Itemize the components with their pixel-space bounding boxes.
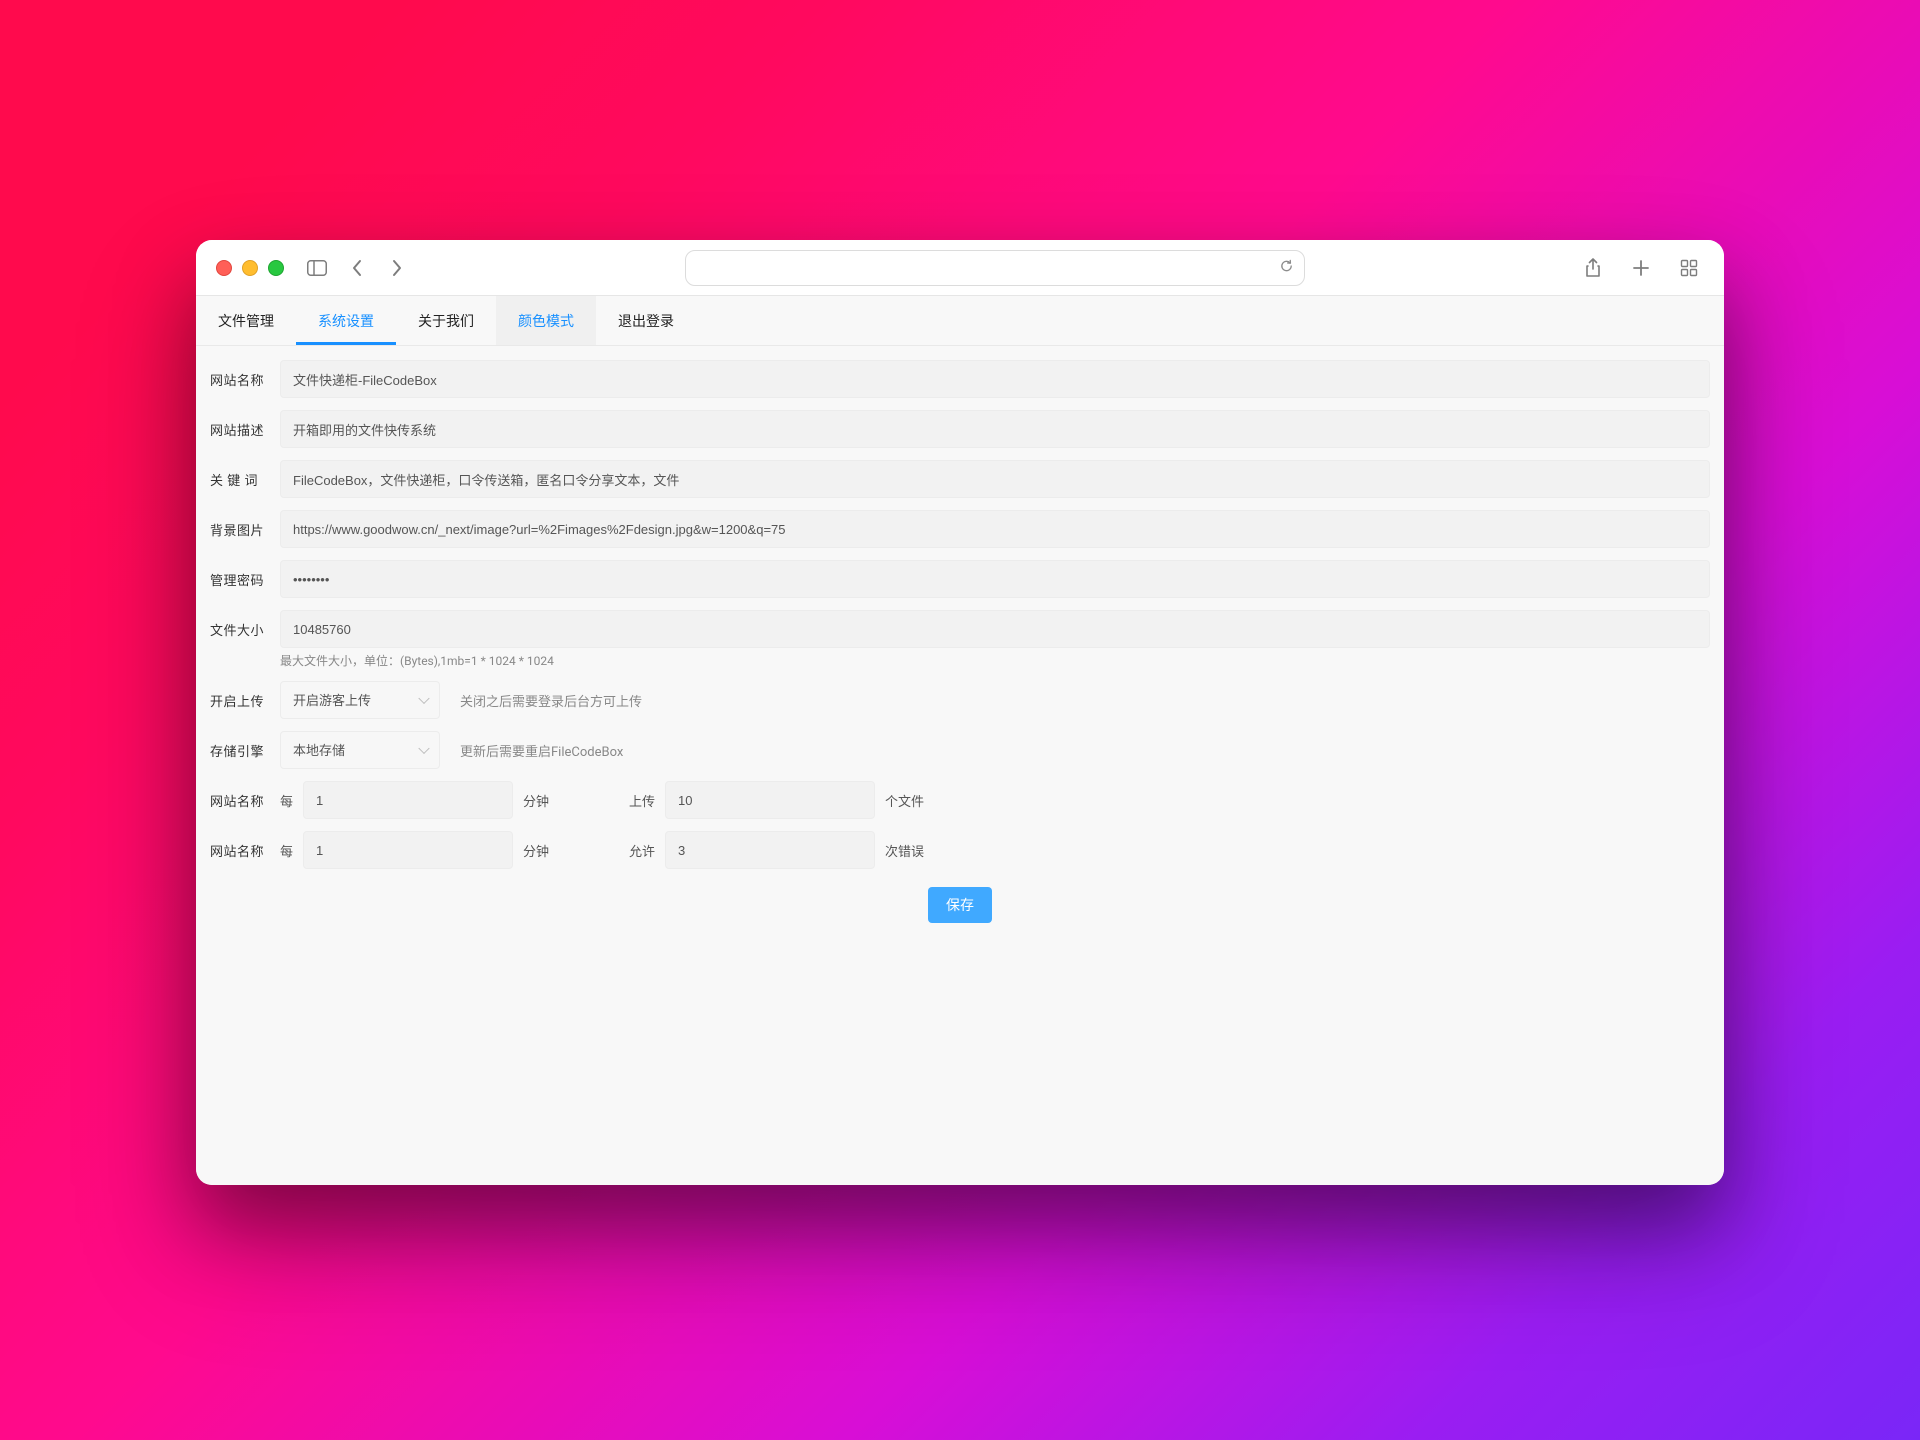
- text-minute-1: 分钟: [523, 791, 549, 810]
- minimize-window-button[interactable]: [242, 260, 258, 276]
- text-every-1: 每: [280, 791, 293, 810]
- help-file-size: 最大文件大小，单位：(Bytes),1mb=1 * 1024 * 1024: [280, 652, 1710, 669]
- select-enable-upload[interactable]: 开启游客上传: [280, 681, 440, 719]
- label-enable-upload: 开启上传: [210, 691, 268, 710]
- tab-system-settings[interactable]: 系统设置: [296, 296, 396, 345]
- input-rate-error-count[interactable]: [665, 831, 875, 869]
- label-keywords: 关 键 词: [210, 470, 268, 489]
- sidebar-toggle-icon[interactable]: [302, 253, 332, 283]
- text-errors-unit: 次错误: [885, 841, 924, 860]
- tab-file-management[interactable]: 文件管理: [196, 296, 296, 345]
- page-content: 文件管理 系统设置 关于我们 颜色模式 退出登录 网站名称 网站描述 关 键 词: [196, 296, 1724, 1185]
- text-allow: 允许: [629, 841, 655, 860]
- hint-storage-engine: 更新后需要重启FileCodeBox: [460, 741, 623, 760]
- label-rate-error: 网站名称: [210, 841, 268, 860]
- input-site-name[interactable]: [280, 360, 1710, 398]
- nav-forward-button[interactable]: [382, 253, 412, 283]
- hint-enable-upload: 关闭之后需要登录后台方可上传: [460, 691, 642, 710]
- tab-overview-icon[interactable]: [1674, 253, 1704, 283]
- settings-form: 网站名称 网站描述 关 键 词 背景图片 管理密码: [196, 346, 1724, 947]
- tab-logout[interactable]: 退出登录: [596, 296, 696, 345]
- tab-about-us[interactable]: 关于我们: [396, 296, 496, 345]
- nav-back-button[interactable]: [342, 253, 372, 283]
- new-tab-icon[interactable]: [1626, 253, 1656, 283]
- input-site-desc[interactable]: [280, 410, 1710, 448]
- text-every-2: 每: [280, 841, 293, 860]
- text-files-unit: 个文件: [885, 791, 924, 810]
- input-admin-password[interactable]: [280, 560, 1710, 598]
- select-storage-engine[interactable]: 本地存储: [280, 731, 440, 769]
- input-bg-image[interactable]: [280, 510, 1710, 548]
- input-rate-upload-interval[interactable]: [303, 781, 513, 819]
- label-bg-image: 背景图片: [210, 520, 268, 539]
- nav-tabs: 文件管理 系统设置 关于我们 颜色模式 退出登录: [196, 296, 1724, 346]
- label-admin-password: 管理密码: [210, 570, 268, 589]
- reload-icon[interactable]: [1279, 258, 1294, 277]
- input-keywords[interactable]: [280, 460, 1710, 498]
- close-window-button[interactable]: [216, 260, 232, 276]
- label-file-size: 文件大小: [210, 620, 268, 639]
- input-file-size[interactable]: [280, 610, 1710, 648]
- save-button[interactable]: 保存: [928, 887, 992, 923]
- label-rate-upload: 网站名称: [210, 791, 268, 810]
- share-icon[interactable]: [1578, 253, 1608, 283]
- input-rate-upload-count[interactable]: [665, 781, 875, 819]
- browser-titlebar: [196, 240, 1724, 296]
- browser-window: 文件管理 系统设置 关于我们 颜色模式 退出登录 网站名称 网站描述 关 键 词: [196, 240, 1724, 1185]
- label-site-desc: 网站描述: [210, 420, 268, 439]
- traffic-lights: [216, 260, 284, 276]
- label-site-name: 网站名称: [210, 370, 268, 389]
- label-storage-engine: 存储引擎: [210, 741, 268, 760]
- zoom-window-button[interactable]: [268, 260, 284, 276]
- desktop-background: 文件管理 系统设置 关于我们 颜色模式 退出登录 网站名称 网站描述 关 键 词: [0, 0, 1920, 1440]
- tab-color-mode[interactable]: 颜色模式: [496, 296, 596, 345]
- url-bar[interactable]: [685, 250, 1305, 286]
- text-upload: 上传: [629, 791, 655, 810]
- input-rate-error-interval[interactable]: [303, 831, 513, 869]
- text-minute-2: 分钟: [523, 841, 549, 860]
